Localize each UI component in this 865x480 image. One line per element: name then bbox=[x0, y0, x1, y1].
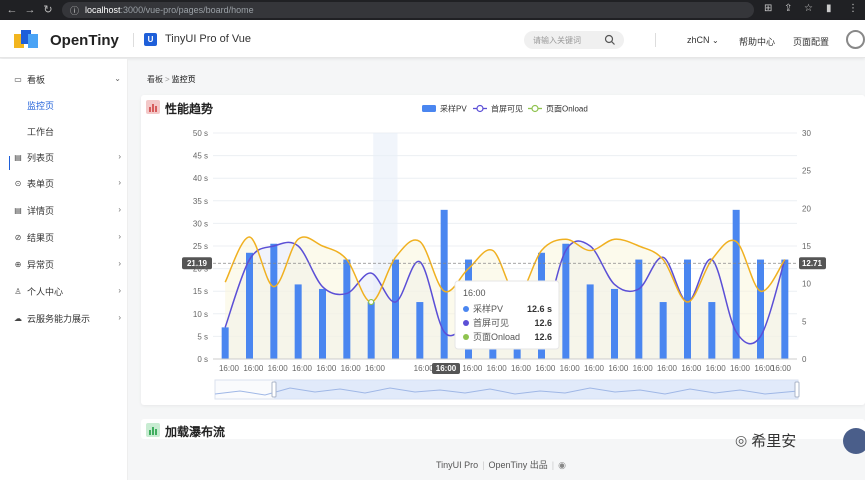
github-icon[interactable]: ◉ bbox=[558, 460, 566, 470]
performance-trend-card: 性能趋势 bbox=[141, 95, 865, 405]
sidebar-subitem-workbench[interactable]: 工作台 bbox=[27, 125, 54, 138]
translate-icon[interactable]: ⊞ bbox=[764, 3, 772, 14]
watermark-text: 希里安 bbox=[751, 433, 797, 450]
sidebar-item-detail[interactable]: ▤ 详情页 › bbox=[0, 200, 128, 220]
footer: TinyUI Pro | OpenTiny 出品 | ◉ bbox=[436, 458, 566, 471]
footer-brand: TinyUI Pro bbox=[436, 460, 479, 470]
sidebar-item-label: 结果页 bbox=[27, 232, 55, 243]
sidebar-item-label: 看板 bbox=[27, 74, 46, 85]
wechat-icon: ◎ bbox=[735, 432, 748, 448]
sidebar-item-form[interactable]: ⊙ 表单页 › bbox=[0, 173, 128, 193]
chart-icon bbox=[146, 100, 160, 114]
divider bbox=[133, 33, 134, 47]
footer-separator: | bbox=[551, 460, 555, 470]
sidebar-item-label: 个人中心 bbox=[27, 286, 64, 297]
sidebar-item-result[interactable]: ⊘ 结果页 › bbox=[0, 227, 128, 247]
browser-toolbar: ← → ↻ ⓘ localhost:3000/vue-pro/pages/boa… bbox=[0, 0, 865, 20]
breadcrumb-root[interactable]: 看板 bbox=[147, 75, 163, 84]
footer-credit: OpenTiny 出品 bbox=[488, 460, 548, 470]
chart-icon bbox=[146, 423, 160, 437]
palette-icon[interactable] bbox=[843, 428, 865, 454]
chevron-right-icon: › bbox=[118, 178, 121, 187]
sidebar-item-label: 异常页 bbox=[27, 259, 55, 270]
search-icon[interactable] bbox=[604, 34, 616, 46]
chevron-down-icon: ⌄ bbox=[114, 74, 121, 83]
monitor-icon: ▭ bbox=[14, 74, 22, 84]
chevron-right-icon: › bbox=[118, 259, 121, 268]
chevron-right-icon: › bbox=[118, 313, 121, 322]
reload-icon[interactable]: ↻ bbox=[39, 1, 57, 19]
chevron-right-icon: › bbox=[118, 152, 121, 161]
sidebar-item-label: 表单页 bbox=[27, 178, 55, 189]
vue-logo-icon: U bbox=[144, 33, 157, 46]
sidebar-item-list[interactable]: ▤ 列表页 › bbox=[0, 147, 128, 167]
bookmark-star-icon[interactable]: ☆ bbox=[804, 3, 813, 14]
chevron-right-icon: › bbox=[118, 286, 121, 295]
avatar[interactable] bbox=[846, 30, 865, 49]
sidepanel-icon[interactable]: ▮ bbox=[826, 3, 832, 14]
warning-icon: ⊕ bbox=[14, 259, 22, 269]
sidebar-item-exception[interactable]: ⊕ 异常页 › bbox=[0, 254, 128, 274]
language-select[interactable]: zhCN ⌄ bbox=[687, 35, 719, 45]
back-icon[interactable]: ← bbox=[3, 1, 21, 19]
page-config-button[interactable]: 页面配置 bbox=[793, 35, 829, 48]
sidebar-item-label: 详情页 bbox=[27, 205, 55, 216]
sidebar-item-board[interactable]: ▭ 看板 ⌄ bbox=[0, 69, 128, 89]
sidebar: ▭ 看板 ⌄ 监控页 工作台 ▤ 列表页 › ⊙ 表单页 › ▤ 详情页 › ⊘… bbox=[0, 59, 128, 480]
address-bar[interactable]: ⓘ localhost:3000/vue-pro/pages/board/hom… bbox=[62, 2, 754, 18]
detail-icon: ▤ bbox=[14, 205, 22, 215]
user-icon: ♙ bbox=[14, 286, 22, 296]
share-icon[interactable]: ⇪ bbox=[784, 3, 792, 14]
watermark: ◎ 希里安 bbox=[735, 430, 796, 451]
chevron-right-icon: › bbox=[118, 205, 121, 214]
url-text: localhost:3000/vue-pro/pages/board/home bbox=[85, 5, 254, 15]
sidebar-item-label: 云服务能力展示 bbox=[27, 313, 91, 324]
divider bbox=[655, 33, 656, 47]
menu-icon[interactable]: ⋮ bbox=[848, 3, 858, 14]
chevron-right-icon: › bbox=[118, 232, 121, 241]
form-icon: ⊙ bbox=[14, 178, 22, 188]
card-title: 加载瀑布流 bbox=[165, 425, 226, 439]
sidebar-item-cloud[interactable]: ☁ 云服务能力展示 › bbox=[0, 308, 128, 328]
sidebar-subitem-monitor[interactable]: 监控页 bbox=[27, 99, 54, 112]
app-subtitle: TinyUI Pro of Vue bbox=[165, 33, 251, 45]
help-center-link[interactable]: 帮助中心 bbox=[739, 35, 775, 48]
sidebar-item-label: 列表页 bbox=[27, 152, 55, 163]
app-header: OpenTiny U TinyUI Pro of Vue zhCN ⌄ 帮助中心… bbox=[0, 20, 865, 58]
info-icon[interactable]: ⓘ bbox=[70, 4, 79, 17]
breadcrumb-current: 监控页 bbox=[171, 75, 196, 84]
sidebar-item-profile[interactable]: ♙ 个人中心 › bbox=[0, 281, 128, 301]
footer-separator: | bbox=[482, 460, 485, 470]
breadcrumb: 看板 > 监控页 bbox=[147, 74, 196, 85]
list-icon: ▤ bbox=[14, 152, 22, 162]
forward-icon[interactable]: → bbox=[21, 1, 39, 19]
opentiny-logo-icon[interactable] bbox=[14, 30, 38, 48]
brand-name[interactable]: OpenTiny bbox=[50, 32, 119, 49]
cloud-icon: ☁ bbox=[14, 313, 22, 323]
card-title: 性能趋势 bbox=[165, 102, 214, 116]
check-circle-icon: ⊘ bbox=[14, 232, 22, 242]
language-label: zhCN bbox=[687, 35, 710, 45]
chevron-down-icon: ⌄ bbox=[712, 36, 719, 45]
breadcrumb-separator: > bbox=[165, 75, 170, 84]
